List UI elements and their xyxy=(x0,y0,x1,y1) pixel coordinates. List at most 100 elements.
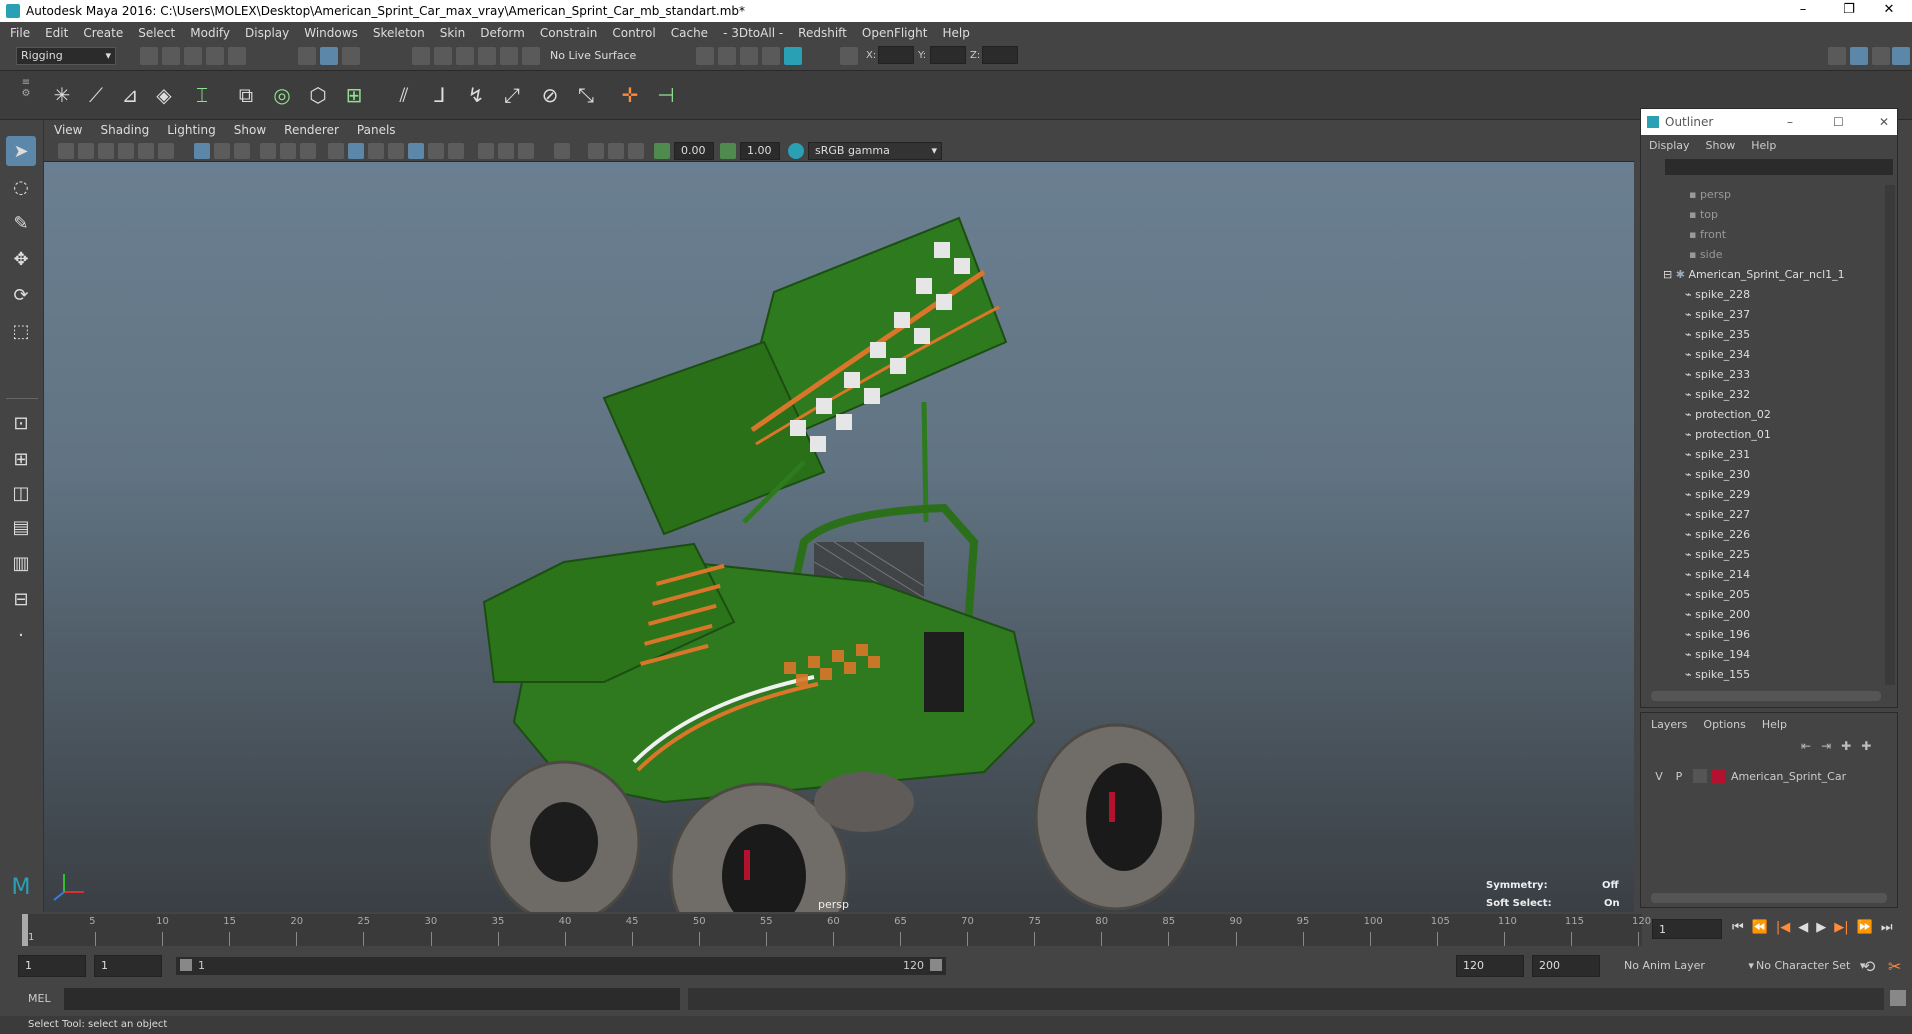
ik-handle-icon[interactable]: ⟋ xyxy=(80,79,112,111)
new-layer-selected-icon[interactable]: ✚ xyxy=(1861,739,1871,753)
auto-key-icon[interactable]: ⟲ xyxy=(1862,957,1875,976)
range-right-handle[interactable] xyxy=(930,959,942,971)
layer-visibility-toggle[interactable]: V xyxy=(1649,770,1669,783)
persp-outliner-layout-icon[interactable]: ◫ xyxy=(6,478,36,508)
wireframe-icon[interactable] xyxy=(328,143,344,159)
wrap-deformer-icon[interactable]: ⬡ xyxy=(302,79,334,111)
channel-box-icon[interactable] xyxy=(1850,47,1868,65)
resolution-gate-icon[interactable] xyxy=(234,143,250,159)
command-input[interactable] xyxy=(64,988,680,1010)
vp-menu-view[interactable]: View xyxy=(54,123,82,137)
ipr-render-icon[interactable] xyxy=(740,47,758,65)
copy-weights-icon[interactable]: ⤢ xyxy=(496,79,528,111)
outliner-menu-show[interactable]: Show xyxy=(1706,139,1736,152)
joint-tool-icon[interactable]: ✳ xyxy=(46,79,78,111)
outliner-item[interactable]: ⌁ protection_02 xyxy=(1641,405,1881,425)
outliner-item[interactable]: ⌁ spike_229 xyxy=(1641,485,1881,505)
outliner-item[interactable]: ⌁ spike_225 xyxy=(1641,545,1881,565)
use-all-lights-icon[interactable] xyxy=(428,143,444,159)
go-to-end-icon[interactable]: ⏭ xyxy=(1881,920,1893,935)
perspective-viewport[interactable]: persp Symmetry: Off Soft Select: On xyxy=(44,162,1634,912)
menu-edit[interactable]: Edit xyxy=(45,26,68,40)
animation-prefs-icon[interactable]: ✂ xyxy=(1888,957,1901,976)
sculpt-deformer-icon[interactable]: ◎ xyxy=(266,79,298,111)
script-editor-icon[interactable] xyxy=(1890,990,1906,1006)
outliner-item[interactable]: ⌁ spike_155 xyxy=(1641,665,1881,685)
smooth-bind-icon[interactable]: ⊘ xyxy=(534,79,566,111)
render-view-icon[interactable] xyxy=(696,47,714,65)
outliner-group-row[interactable]: ⊟ ✱ American_Sprint_Car_ncl1_1 xyxy=(1641,265,1881,285)
ik-spline-icon[interactable]: ⊿ xyxy=(114,79,146,111)
move-tool-icon[interactable]: ✥ xyxy=(6,244,36,274)
live-surface-label[interactable]: No Live Surface xyxy=(550,49,636,62)
render-frame-icon[interactable] xyxy=(718,47,736,65)
menu-help[interactable]: Help xyxy=(942,26,969,40)
screen-space-ao-icon[interactable] xyxy=(478,143,494,159)
smooth-shade-icon[interactable] xyxy=(348,143,364,159)
select-tool-icon[interactable]: ➤ xyxy=(6,136,36,166)
parent-constraint-icon[interactable]: ⊣ xyxy=(650,79,682,111)
xray-active-icon[interactable] xyxy=(608,143,624,159)
menu-3dtoall[interactable]: - 3DtoAll - xyxy=(723,26,783,40)
x-field[interactable] xyxy=(878,46,914,64)
step-back-icon[interactable]: |◀ xyxy=(1776,920,1790,935)
move-layer-up-icon[interactable]: ⇤ xyxy=(1801,739,1811,753)
menu-file[interactable]: File xyxy=(10,26,30,40)
shadows-icon[interactable] xyxy=(448,143,464,159)
image-plane-icon[interactable] xyxy=(118,143,134,159)
camera-attributes-icon[interactable] xyxy=(78,143,94,159)
step-forward-icon[interactable]: ▶| xyxy=(1834,920,1848,935)
menu-select[interactable]: Select xyxy=(138,26,175,40)
outliner-vscrollbar[interactable] xyxy=(1885,185,1895,685)
layer-playback-toggle[interactable]: P xyxy=(1669,770,1689,783)
wireframe-on-shaded-icon[interactable] xyxy=(388,143,404,159)
outliner-item[interactable]: ⌁ spike_237 xyxy=(1641,305,1881,325)
outliner-item[interactable]: ⌁ spike_205 xyxy=(1641,585,1881,605)
insert-joint-icon[interactable]: ◈ xyxy=(148,79,180,111)
snap-point-icon[interactable] xyxy=(456,47,474,65)
menu-control[interactable]: Control xyxy=(612,26,655,40)
layer-type-toggle[interactable] xyxy=(1693,769,1707,783)
menu-deform[interactable]: Deform xyxy=(480,26,525,40)
menu-skin[interactable]: Skin xyxy=(440,26,466,40)
layer-row[interactable]: V P American_Sprint_Car xyxy=(1649,767,1889,785)
outliner-item[interactable]: ⌁ spike_227 xyxy=(1641,505,1881,525)
outliner-item[interactable]: ⌁ spike_231 xyxy=(1641,445,1881,465)
outliner-menu-help[interactable]: Help xyxy=(1751,139,1776,152)
persp-graph-layout-icon[interactable]: ▤ xyxy=(6,512,36,542)
film-gate-icon[interactable] xyxy=(214,143,230,159)
menu-windows[interactable]: Windows xyxy=(304,26,358,40)
play-forward-icon[interactable]: ▶ xyxy=(1816,920,1826,935)
menu-constrain[interactable]: Constrain xyxy=(540,26,598,40)
select-camera-icon[interactable] xyxy=(58,143,74,159)
collapse-icon[interactable]: ⊟ xyxy=(1663,268,1672,281)
snap-curve-icon[interactable] xyxy=(434,47,452,65)
field-chart-icon[interactable] xyxy=(280,143,296,159)
multisample-aa-icon[interactable] xyxy=(518,143,534,159)
outliner-search-field[interactable] xyxy=(1665,159,1893,175)
new-scene-icon[interactable] xyxy=(140,47,158,65)
grease-pencil-icon[interactable] xyxy=(158,143,174,159)
wire-deformer-icon[interactable]: ⊞ xyxy=(338,79,370,111)
modeling-toolkit-icon[interactable] xyxy=(1828,47,1846,65)
minimize-button[interactable]: – xyxy=(1780,0,1826,22)
layer-hscrollbar[interactable] xyxy=(1651,893,1887,903)
vp-menu-panels[interactable]: Panels xyxy=(357,123,396,137)
default-material-icon[interactable] xyxy=(368,143,384,159)
script-language-label[interactable]: MEL xyxy=(28,992,51,1005)
paint-weights-icon[interactable]: ⅃ xyxy=(424,79,456,111)
shelf-options-icon[interactable]: ≡ ⚙ xyxy=(20,77,32,113)
gamma-field[interactable]: 1.00 xyxy=(740,142,780,160)
custom-layout-icon[interactable]: ⊟ xyxy=(6,584,36,614)
outliner-camera-front[interactable]: ▪ front xyxy=(1641,225,1881,245)
layer-menu-layers[interactable]: Layers xyxy=(1651,718,1687,731)
outliner-camera-side[interactable]: ▪ side xyxy=(1641,245,1881,265)
outliner-item[interactable]: ⌁ spike_194 xyxy=(1641,645,1881,665)
snap-surface-icon[interactable] xyxy=(500,47,518,65)
vp-menu-show[interactable]: Show xyxy=(234,123,266,137)
safe-action-icon[interactable] xyxy=(300,143,316,159)
outliner-item[interactable]: ⌁ spike_233 xyxy=(1641,365,1881,385)
open-scene-icon[interactable] xyxy=(162,47,180,65)
z-field[interactable] xyxy=(982,46,1018,64)
outliner-item[interactable]: ⌁ spike_226 xyxy=(1641,525,1881,545)
